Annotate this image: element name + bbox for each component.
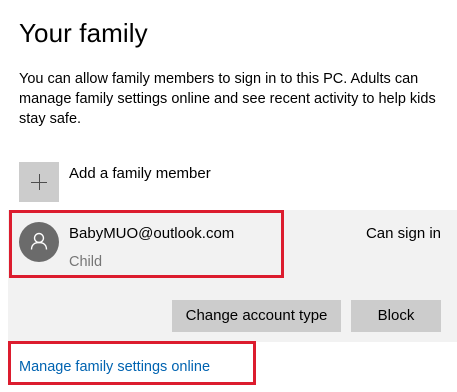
family-description: You can allow family members to sign in …: [19, 71, 436, 127]
page-title: Your family: [19, 18, 148, 48]
add-family-member-label: Add a family member: [69, 165, 211, 182]
link-highlight-box: [8, 341, 256, 385]
change-account-type-button[interactable]: Change account type: [172, 300, 341, 332]
member-highlight-box: [9, 210, 284, 278]
member-signin-status: Can sign in: [365, 225, 441, 242]
plus-icon: [19, 162, 59, 202]
add-family-member-button[interactable]: Add a family member: [19, 162, 319, 202]
block-button[interactable]: Block: [351, 300, 441, 332]
